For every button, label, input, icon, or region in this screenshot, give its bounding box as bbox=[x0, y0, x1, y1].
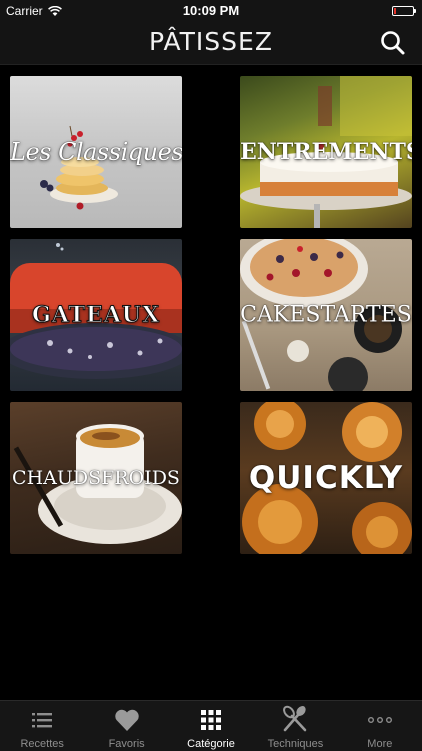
category-label: CAKESTARTES bbox=[240, 302, 412, 328]
category-label: QUICKLY bbox=[248, 460, 404, 496]
tab-label: Techniques bbox=[267, 738, 324, 750]
grid-icon bbox=[201, 710, 222, 730]
category-tile-gateaux[interactable]: GATEAUX bbox=[10, 239, 182, 391]
category-grid: Les Classiques ENTREMENTS GATEAUX CAKEST… bbox=[0, 64, 422, 700]
whisk-spatula-icon bbox=[283, 705, 307, 732]
tab-recettes[interactable]: Recettes bbox=[0, 701, 84, 751]
search-button[interactable] bbox=[378, 28, 408, 58]
list-icon bbox=[32, 713, 53, 728]
category-tile-quickly[interactable]: QUICKLY bbox=[240, 402, 412, 554]
category-tile-cakestartes[interactable]: CAKESTARTES bbox=[240, 239, 412, 391]
tab-label: Recettes bbox=[20, 738, 64, 750]
category-tile-les-classiques[interactable]: Les Classiques bbox=[10, 76, 182, 228]
category-tile-chaudsfroids[interactable]: CHAUDSFROIDS bbox=[10, 402, 182, 554]
status-bar: Carrier 10:09 PM bbox=[0, 0, 422, 22]
category-label: ENTREMENTS bbox=[240, 139, 412, 165]
tab-more[interactable]: More bbox=[338, 701, 422, 751]
tab-categorie[interactable]: Catégorie bbox=[169, 701, 253, 751]
heart-icon bbox=[114, 709, 139, 731]
tab-favoris[interactable]: Favoris bbox=[84, 701, 168, 751]
search-icon bbox=[381, 31, 405, 55]
app-title: PÂTISSEZ bbox=[149, 27, 273, 56]
status-time: 10:09 PM bbox=[182, 3, 240, 18]
tab-techniques[interactable]: Techniques bbox=[253, 701, 337, 751]
category-label: GATEAUX bbox=[31, 302, 161, 329]
battery-level bbox=[394, 8, 396, 14]
category-label: Les Classiques bbox=[10, 138, 182, 166]
tab-label: Favoris bbox=[108, 738, 145, 750]
battery-icon bbox=[392, 6, 416, 16]
category-label: CHAUDSFROIDS bbox=[12, 467, 180, 489]
tab-label: More bbox=[367, 738, 393, 750]
more-icon bbox=[367, 716, 392, 723]
tab-bar: Recettes Favoris Catégorie Techniques Mo… bbox=[0, 700, 422, 751]
nav-bar: PÂTISSEZ bbox=[0, 22, 422, 65]
tab-label: Catégorie bbox=[187, 738, 235, 750]
category-tile-entrements[interactable]: ENTREMENTS bbox=[240, 76, 412, 228]
